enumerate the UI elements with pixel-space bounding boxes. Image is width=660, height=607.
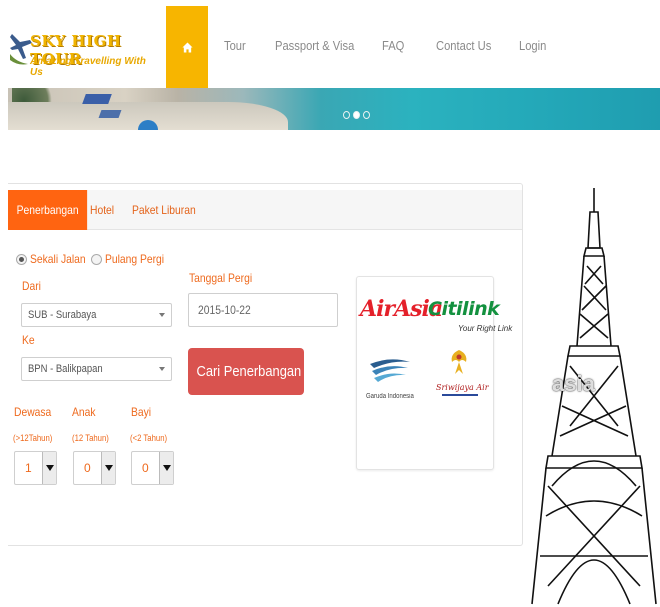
carousel-dot-active[interactable] <box>353 111 360 119</box>
date-input[interactable]: 2015-10-22 <box>188 293 338 327</box>
from-label: Dari <box>22 279 41 293</box>
child-age-note: (12 Tahun) <box>72 433 109 443</box>
citilink-tagline: Your Right Link <box>458 324 513 333</box>
chevron-down-icon <box>159 313 165 317</box>
adult-count-value: 1 <box>25 461 32 475</box>
carousel-dot[interactable] <box>343 111 350 119</box>
sriwijaya-icon <box>451 350 467 374</box>
carousel-dot[interactable] <box>363 111 370 119</box>
child-count-select[interactable]: 0 <box>73 451 116 485</box>
watermark: asia <box>552 371 595 396</box>
chevron-down-icon <box>42 452 56 484</box>
nav-contact-us[interactable]: Contact Us <box>436 38 491 53</box>
infant-count-value: 0 <box>142 461 149 475</box>
to-select[interactable]: BPN - Balikpapan <box>21 357 172 381</box>
banner-beach-chair <box>98 110 122 118</box>
child-label: Anak <box>72 405 96 419</box>
date-label: Tanggal Pergi <box>189 271 253 285</box>
nav-tour[interactable]: Tour <box>224 38 246 53</box>
site-header: SKY HIGH TOUR Amazing Travelling With Us… <box>0 0 660 88</box>
tab-paket-liburan[interactable]: Paket Liburan <box>132 190 196 230</box>
child-count-value: 0 <box>84 461 91 475</box>
to-select-value: BPN - Balikpapan <box>28 363 103 375</box>
radio-label: Sekali Jalan <box>30 252 86 266</box>
chevron-down-icon <box>159 367 165 371</box>
nav-home[interactable] <box>166 6 208 88</box>
sriwijaya-underline <box>442 394 478 396</box>
from-select[interactable]: SUB - Surabaya <box>21 303 172 327</box>
chevron-down-icon <box>159 452 173 484</box>
nav-faq[interactable]: FAQ <box>382 38 404 53</box>
nav-login[interactable]: Login <box>519 38 546 53</box>
tab-penerbangan[interactable]: Penerbangan <box>8 190 88 230</box>
search-tabs: Penerbangan Hotel Paket Liburan <box>8 190 522 230</box>
adult-age-note: (>12Tahun) <box>13 433 53 443</box>
garuda-icon <box>370 359 410 382</box>
search-button-label: Cari Penerbangan <box>196 363 302 380</box>
infant-count-select[interactable]: 0 <box>131 451 174 485</box>
home-icon <box>181 41 193 53</box>
carousel-indicators <box>343 111 370 119</box>
date-value: 2015-10-22 <box>198 303 251 317</box>
adult-label: Dewasa <box>14 405 52 419</box>
nav-passport-visa[interactable]: Passport & Visa <box>275 38 354 53</box>
radio-label: Pulang Pergi <box>104 252 164 266</box>
sriwijaya-label: Sriwijaya Air <box>436 383 489 392</box>
tab-hotel[interactable]: Hotel <box>90 190 114 230</box>
banner-beach-chair <box>82 94 112 104</box>
brand-tagline: Amazing Travelling With Us <box>30 56 146 78</box>
from-select-value: SUB - Surabaya <box>28 309 97 321</box>
site-logo[interactable]: SKY HIGH TOUR Amazing Travelling With Us <box>8 28 158 78</box>
trip-type: Sekali Jalan Pulang Pergi <box>16 252 173 266</box>
citilink-logo: Citilink <box>428 298 500 320</box>
to-label: Ke <box>22 333 35 347</box>
infant-label: Bayi <box>131 405 152 419</box>
hero-banner <box>8 88 660 130</box>
radio-sekali-jalan[interactable] <box>16 253 27 265</box>
adult-count-select[interactable]: 1 <box>14 451 57 485</box>
search-flight-button[interactable]: Cari Penerbangan <box>188 348 304 395</box>
infant-age-note: (<2 Tahun) <box>130 433 168 443</box>
garuda-label: Garuda Indonesia <box>366 393 414 400</box>
radio-pulang-pergi[interactable] <box>90 253 102 265</box>
chevron-down-icon <box>101 452 115 484</box>
